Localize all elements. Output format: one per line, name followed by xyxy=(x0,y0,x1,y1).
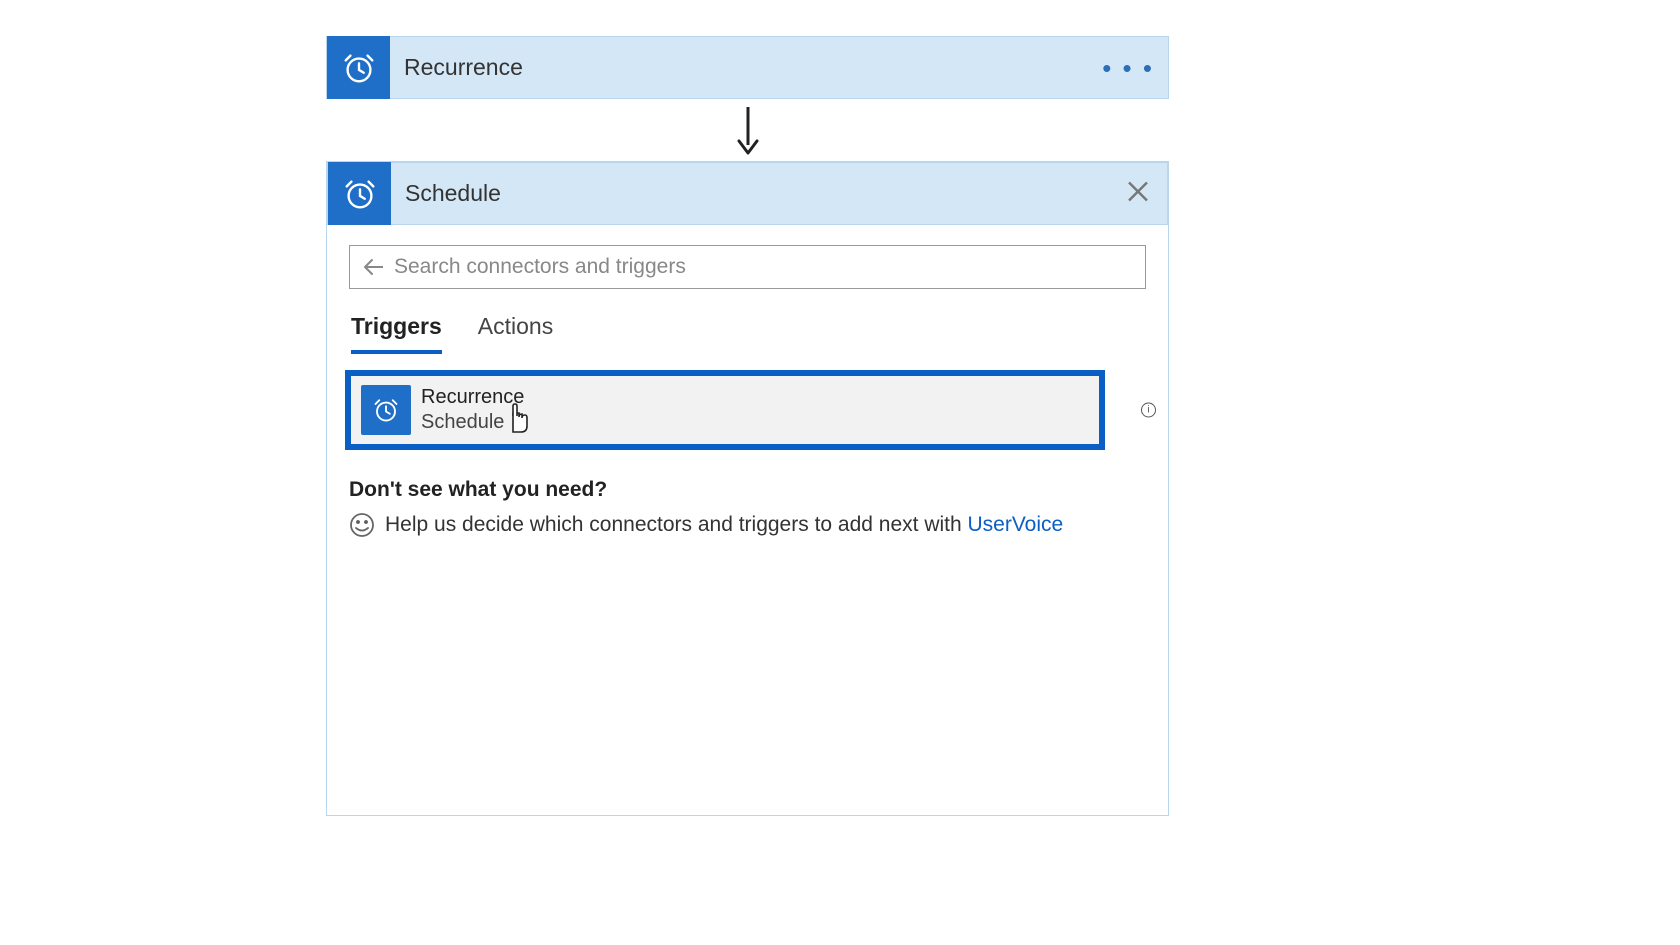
info-icon[interactable]: i xyxy=(1141,403,1156,418)
schedule-picker-card: Schedule Trigge xyxy=(326,161,1169,816)
search-row xyxy=(349,245,1146,289)
clock-icon xyxy=(361,385,411,435)
trigger-item-recurrence[interactable]: Recurrence Schedule xyxy=(345,370,1105,450)
smiley-icon xyxy=(349,512,375,538)
tabs-row: Triggers Actions xyxy=(349,313,1146,354)
recurrence-step-card[interactable]: Recurrence • • • xyxy=(326,36,1169,99)
back-arrow-button[interactable] xyxy=(358,252,388,282)
clock-icon xyxy=(328,162,391,225)
help-text-prefix: Help us decide which connectors and trig… xyxy=(385,513,968,536)
trigger-item-title: Recurrence xyxy=(421,385,524,410)
search-input[interactable] xyxy=(388,255,1137,279)
tab-triggers[interactable]: Triggers xyxy=(351,313,442,354)
uservoice-link[interactable]: UserVoice xyxy=(968,513,1064,536)
trigger-item-wrap: Recurrence Schedule i xyxy=(345,370,1146,450)
schedule-card-header: Schedule xyxy=(327,162,1168,225)
help-heading: Don't see what you need? xyxy=(349,478,1146,502)
help-text: Help us decide which connectors and trig… xyxy=(385,513,1063,537)
help-row: Help us decide which connectors and trig… xyxy=(349,512,1146,538)
logic-app-designer-canvas: Recurrence • • • Schedule xyxy=(326,36,1169,816)
schedule-card-title: Schedule xyxy=(391,180,501,207)
more-menu-button[interactable]: • • • xyxy=(1102,55,1154,81)
flow-arrow-connector xyxy=(326,99,1169,161)
recurrence-card-title: Recurrence xyxy=(390,54,523,81)
help-block: Don't see what you need? Help us decide … xyxy=(349,478,1146,538)
close-button[interactable] xyxy=(1125,178,1151,209)
tab-actions[interactable]: Actions xyxy=(478,313,553,354)
trigger-item-subtitle: Schedule xyxy=(421,410,524,435)
schedule-card-body: Triggers Actions Recurrence xyxy=(327,225,1168,815)
clock-icon xyxy=(327,36,390,99)
trigger-item-texts: Recurrence Schedule xyxy=(411,385,524,435)
